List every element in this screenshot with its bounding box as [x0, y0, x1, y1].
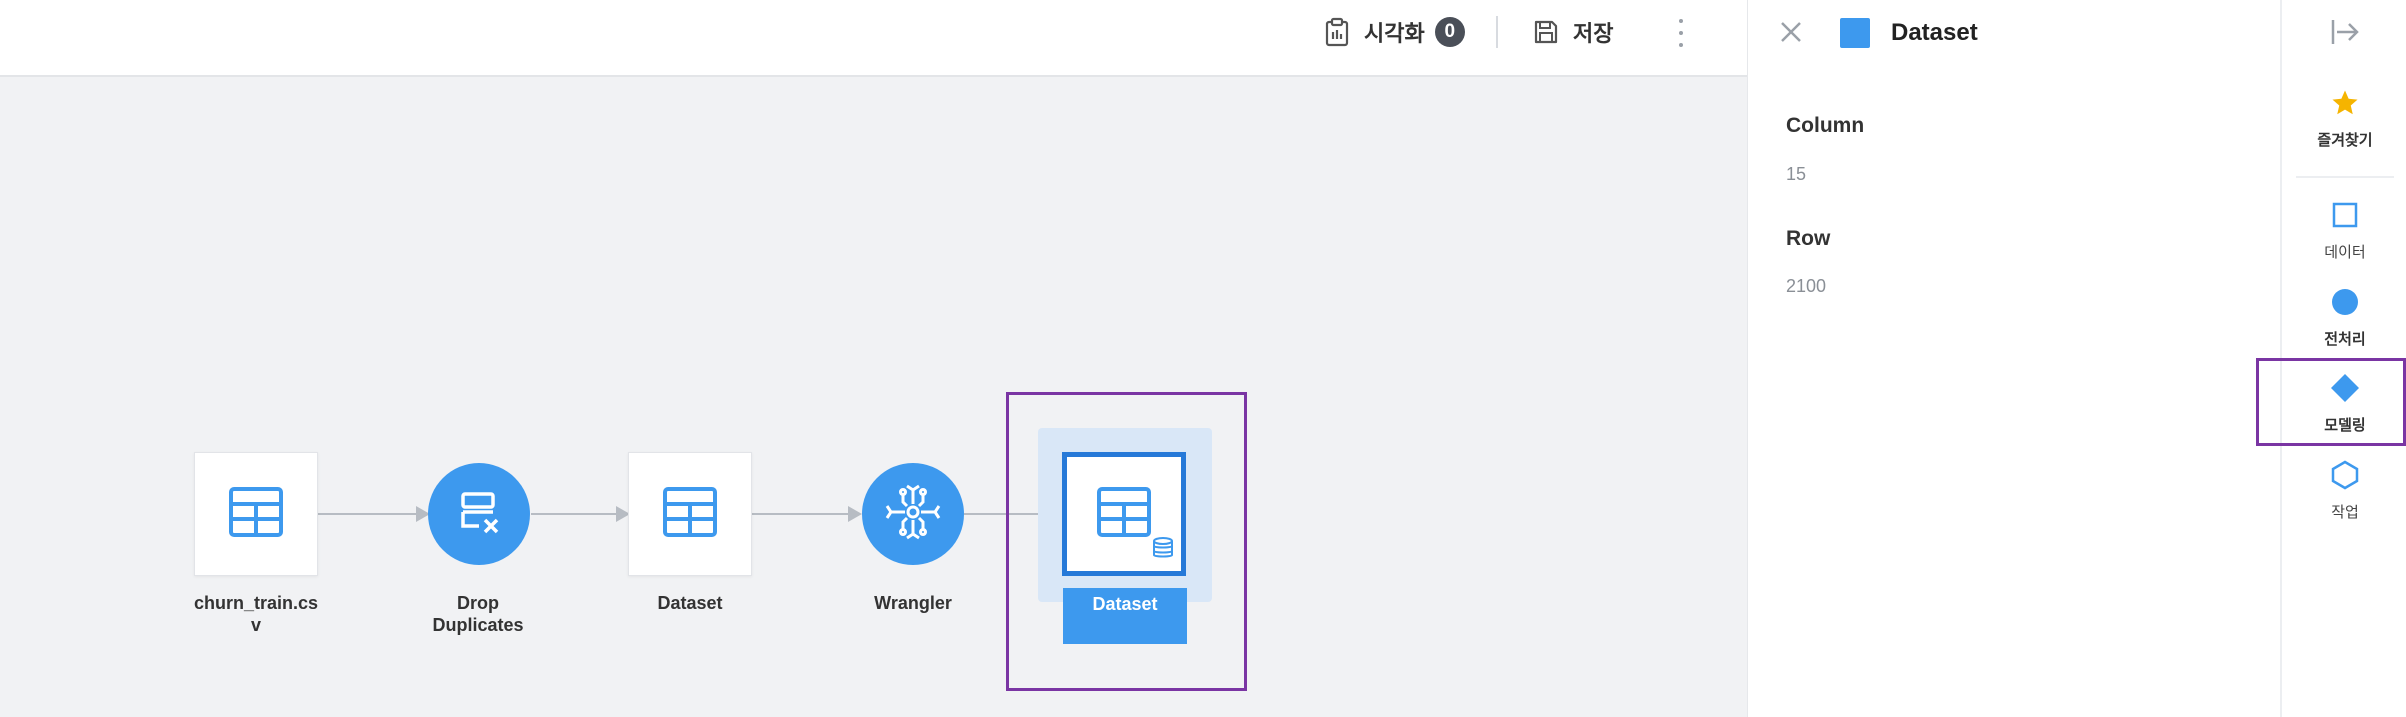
pipeline-edge: [531, 513, 629, 515]
right-rail: 즐겨찾기 데이터 전처리 모델링 작업: [2256, 0, 2406, 717]
more-options-icon[interactable]: [1669, 16, 1693, 50]
database-icon: [1151, 536, 1175, 565]
pipeline-node-dataset[interactable]: [628, 452, 752, 576]
rail-label: 데이터: [2324, 243, 2366, 261]
pipeline-node-churn-train-csv[interactable]: [194, 452, 318, 576]
rail-label: 모델링: [2324, 416, 2366, 434]
pipeline-canvas[interactable]: 시각화 0 저장 churn_train.cs v Drop Duplicate…: [0, 0, 1747, 717]
node-label: Dataset: [657, 593, 723, 613]
drop-duplicates-icon: [455, 488, 503, 541]
canvas-toolbar: 시각화 0 저장: [0, 0, 1747, 77]
rail-item-favorites[interactable]: 즐겨찾기: [2282, 87, 2406, 150]
visualize-count-badge: 0: [1434, 17, 1465, 47]
column-value: 15: [1786, 164, 1807, 184]
pipeline-edge: [752, 513, 852, 515]
rail-label: 작업: [2331, 503, 2359, 521]
rail-divider: [2296, 176, 2394, 178]
pipeline-edge: [318, 513, 418, 515]
rail-item-data[interactable]: 데이터: [2282, 199, 2406, 262]
diamond-icon: [2329, 372, 2361, 404]
selected-node-label: Dataset: [1063, 588, 1187, 644]
rail-label: 즐겨찾기: [2317, 131, 2373, 149]
rail-item-jobs[interactable]: 작업: [2282, 459, 2406, 522]
circle-icon: [2329, 286, 2361, 318]
collapse-panel-icon[interactable]: [2327, 16, 2363, 48]
arrowhead-icon: [848, 506, 862, 522]
table-icon: [1096, 486, 1152, 543]
node-label: Drop Duplicates: [432, 593, 524, 635]
pipeline-node-dataset-selected[interactable]: [1062, 452, 1186, 576]
details-panel: Dataset Column 15 Row 2100: [1747, 0, 2280, 717]
save-icon: [1531, 17, 1561, 47]
clipboard-icon: [1322, 17, 1352, 47]
toolbar-divider: [1496, 16, 1498, 48]
table-icon: [662, 486, 718, 543]
table-icon: [228, 486, 284, 543]
row-label: Row: [1786, 227, 1831, 250]
rail-label: 전처리: [2324, 330, 2366, 348]
rail-item-modeling[interactable]: 모델링: [2282, 372, 2406, 435]
rail-item-preprocessing[interactable]: 전처리: [2282, 286, 2406, 349]
panel-title: Dataset: [1891, 19, 1978, 46]
dataset-square-icon: [1840, 18, 1870, 48]
square-outline-icon: [2329, 199, 2361, 231]
pipeline-node-drop-duplicates[interactable]: [428, 463, 530, 565]
pipeline-node-wrangler[interactable]: [862, 463, 964, 565]
row-value: 2100: [1786, 276, 1827, 296]
wrangler-icon: [885, 484, 941, 545]
star-icon: [2329, 87, 2361, 119]
visualize-button[interactable]: 시각화 0: [1322, 0, 1465, 64]
column-label: Column: [1786, 114, 1865, 137]
save-label: 저장: [1573, 22, 1614, 47]
save-button[interactable]: 저장: [1531, 0, 1613, 64]
visualize-label: 시각화: [1364, 22, 1425, 47]
node-label: churn_train.cs v: [193, 593, 319, 635]
hexagon-icon: [2329, 459, 2361, 491]
close-icon[interactable]: [1777, 18, 1805, 46]
node-label: Wrangler: [874, 593, 952, 613]
